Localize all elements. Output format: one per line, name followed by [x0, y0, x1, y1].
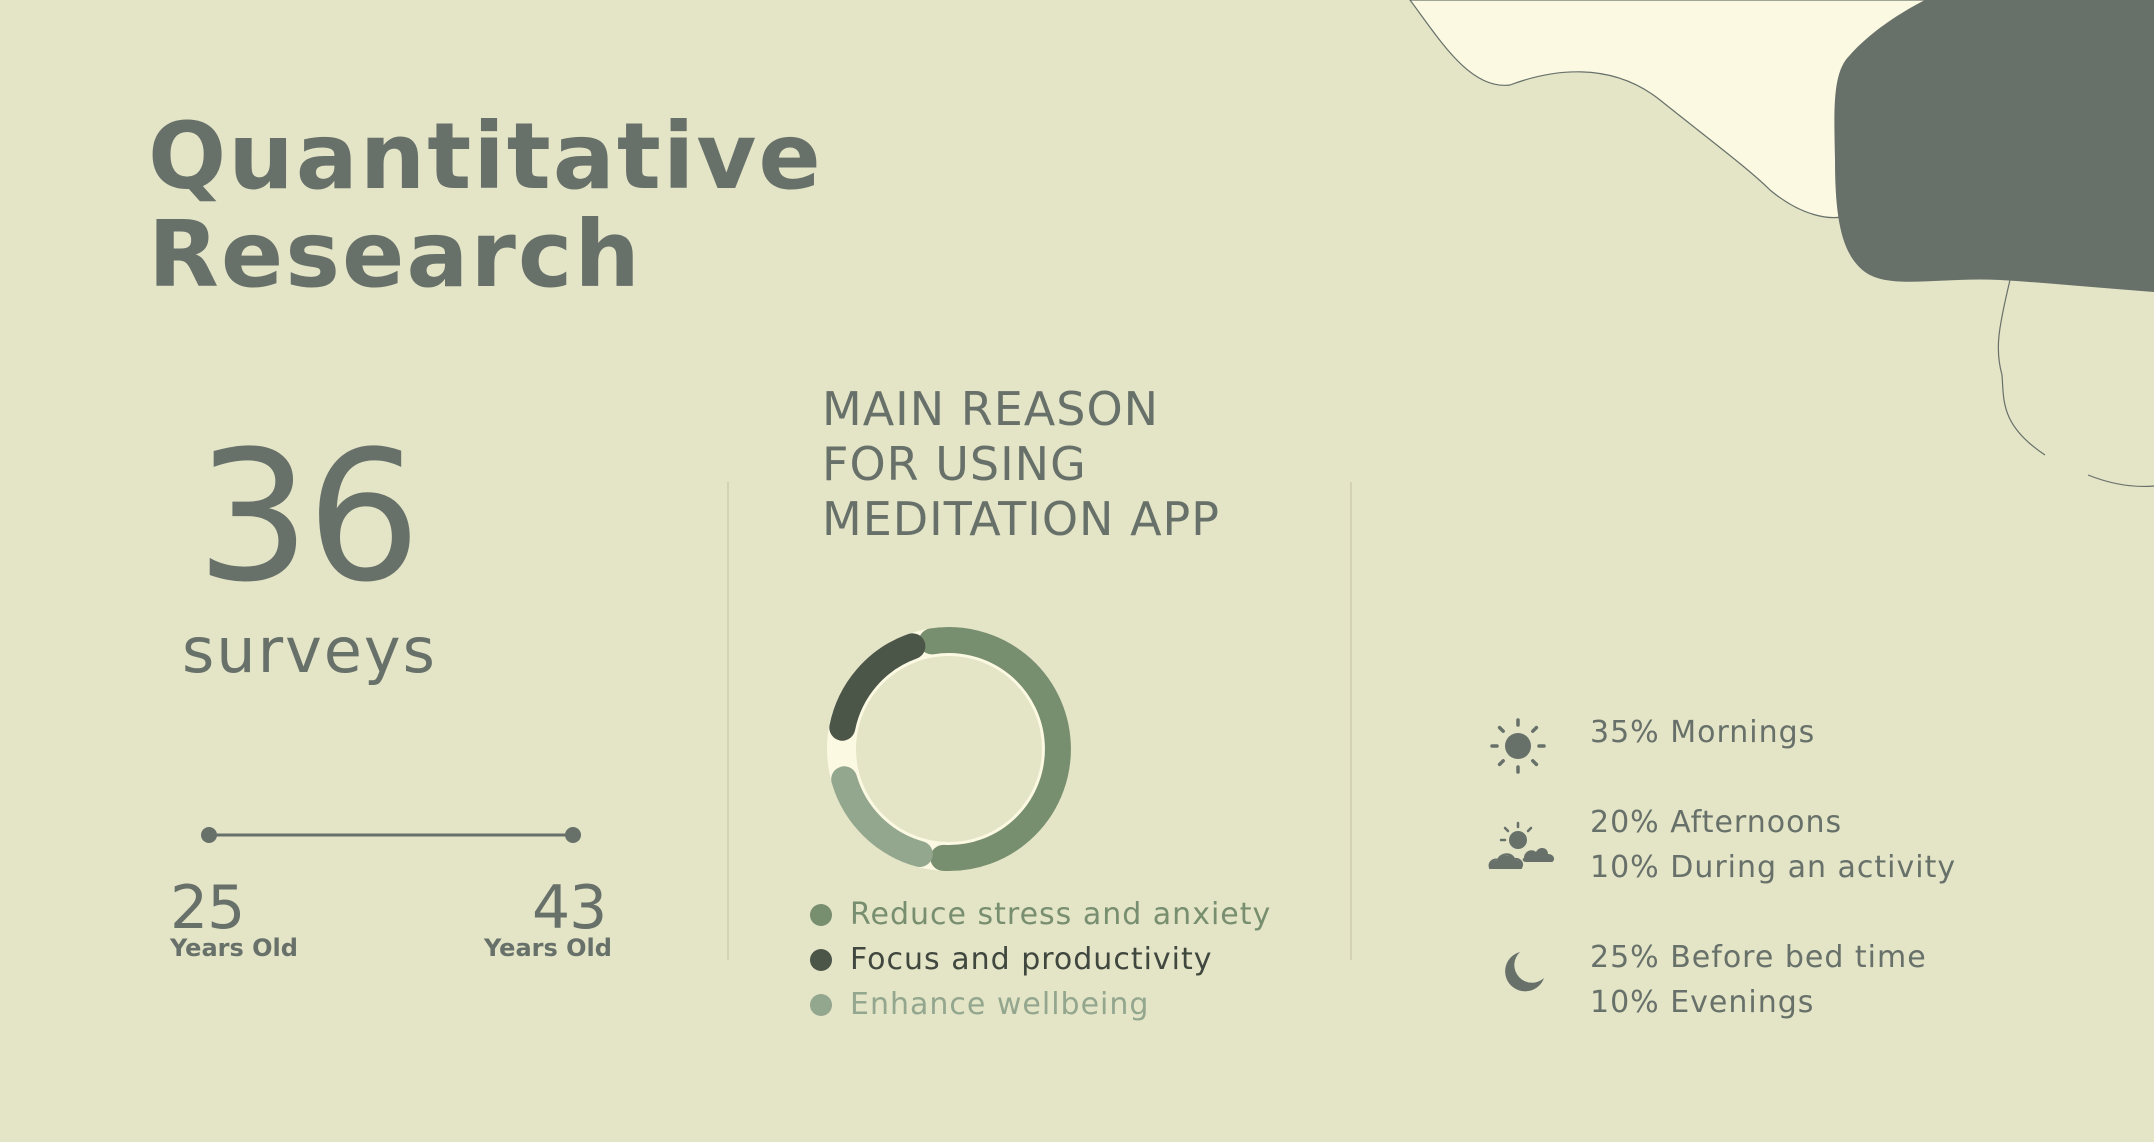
- page-title: Quantitative Research: [148, 108, 823, 304]
- legend-item-focus: Focus and productivity: [810, 937, 1271, 982]
- age-max-value: 43: [532, 873, 607, 943]
- title-line-2: Research: [148, 201, 642, 308]
- usage-line: 10% During an activity: [1590, 850, 1957, 885]
- survey-count: 36: [196, 413, 421, 622]
- age-range-line: [201, 827, 581, 843]
- usage-morning: 35% Mornings: [1590, 710, 1815, 755]
- legend-label: Reduce stress and anxiety: [850, 897, 1272, 932]
- divider-left: [727, 482, 729, 960]
- usage-line: 20% Afternoons: [1590, 805, 1843, 840]
- range-start-dot: [201, 827, 217, 843]
- usage-afternoon: 20% Afternoons 10% During an activity: [1590, 800, 1956, 890]
- outline-curve-tail: [2087, 474, 2154, 488]
- usage-night: 25% Before bed time 10% Evenings: [1590, 935, 1927, 1025]
- moon-icon: [1505, 952, 1544, 992]
- sun-icon: [1490, 718, 1546, 774]
- reason-title-line-1: MAIN REASON: [822, 382, 1160, 436]
- reason-title-line-2: FOR USING: [822, 437, 1087, 491]
- reason-donut-chart: [827, 627, 1071, 872]
- legend-item-wellbeing: Enhance wellbeing: [810, 982, 1271, 1027]
- divider-right: [1350, 482, 1352, 960]
- range-end-dot: [565, 827, 581, 843]
- legend-dot: [810, 993, 832, 1016]
- age-max-label: Years Old: [484, 934, 612, 962]
- legend-dot: [810, 948, 832, 971]
- outline-curve: [1997, 279, 2046, 456]
- reason-legend: Reduce stress and anxiety Focus and prod…: [810, 892, 1271, 1027]
- age-min-label: Years Old: [170, 934, 298, 962]
- legend-label: Enhance wellbeing: [850, 987, 1150, 1022]
- title-line-1: Quantitative: [148, 103, 823, 210]
- sun-cloud-icon: [1488, 821, 1555, 869]
- reason-title-line-3: MEDITATION APP: [822, 492, 1221, 546]
- dark-blob: [1834, 0, 2154, 292]
- age-min-value: 25: [170, 873, 245, 943]
- usage-line: 35% Mornings: [1590, 715, 1816, 750]
- legend-dot: [810, 903, 832, 926]
- usage-line: 10% Evenings: [1590, 985, 1815, 1020]
- legend-label: Focus and productivity: [850, 942, 1213, 977]
- reason-title: MAIN REASON FOR USING MEDITATION APP: [822, 382, 1220, 547]
- legend-item-reduce-stress: Reduce stress and anxiety: [810, 892, 1271, 937]
- survey-label: surveys: [182, 614, 437, 687]
- usage-line: 25% Before bed time: [1590, 940, 1927, 975]
